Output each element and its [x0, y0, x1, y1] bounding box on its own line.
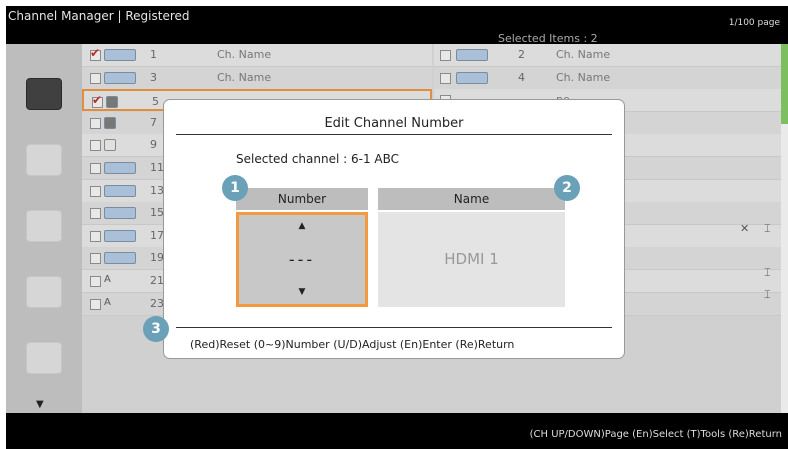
channel-type-icon — [104, 184, 136, 197]
channel-name-value: HDMI 1 — [378, 212, 565, 307]
scroll-down-icon[interactable]: ▼ — [36, 399, 44, 410]
channel-type-icon — [456, 49, 488, 61]
scrollbar-track[interactable] — [781, 124, 788, 413]
channel-checkbox[interactable] — [90, 253, 101, 265]
channel-row[interactable]: 4 Ch. Name — [434, 66, 781, 90]
channel-checkbox[interactable] — [90, 298, 101, 310]
antenna-icon: A — [104, 274, 111, 285]
channel-number: 13 — [150, 183, 164, 197]
channel-number: 4 — [518, 70, 525, 84]
channel-checkbox[interactable] — [90, 230, 101, 242]
channel-checkbox[interactable] — [90, 208, 101, 220]
channel-type-icon — [456, 71, 488, 84]
channel-checkbox[interactable] — [440, 72, 451, 84]
name-column-header: Name — [378, 188, 565, 210]
channel-checkbox[interactable] — [92, 93, 103, 109]
channel-number: 2 — [518, 48, 525, 61]
channel-type-icon — [104, 252, 136, 265]
category-button[interactable] — [26, 276, 62, 308]
channel-row[interactable]: 1 Ch. Name — [82, 44, 432, 67]
channel-number: 5 — [152, 95, 159, 109]
channel-number: 21 — [150, 274, 164, 287]
callout-badge-3: 3 — [143, 316, 169, 342]
category-button[interactable] — [26, 144, 62, 176]
channel-number: 3 — [150, 70, 157, 84]
page-indicator: 1/100 page — [728, 18, 780, 28]
header-title: Channel Manager | Registered — [8, 9, 190, 23]
number-stepper[interactable]: ▲ --- ▼ — [236, 212, 368, 307]
tune-icon: ⌶ — [764, 266, 771, 279]
category-button[interactable] — [26, 210, 62, 242]
channel-checkbox[interactable] — [90, 276, 101, 287]
header-bar: Channel Manager | Registered Selected It… — [6, 6, 788, 45]
channel-number: 11 — [150, 161, 164, 174]
number-column-header: Number — [236, 188, 368, 210]
channel-type-icon — [104, 49, 136, 61]
callout-badge-2: 2 — [554, 175, 580, 201]
lock-icon: ✕ — [740, 222, 750, 235]
footer-divider — [176, 327, 612, 328]
channel-number: 17 — [150, 228, 164, 242]
number-value: --- — [288, 250, 316, 269]
channel-checkbox[interactable] — [90, 117, 101, 129]
antenna-icon: A — [104, 296, 111, 308]
channel-type-icon — [104, 116, 116, 129]
channel-type-icon — [104, 229, 136, 242]
channel-checkbox[interactable] — [90, 140, 101, 152]
channel-number: 1 — [150, 48, 157, 61]
key-guide: (Red)Reset (0~9)Number (U/D)Adjust (En)E… — [190, 338, 515, 351]
dialog-title: Edit Channel Number — [324, 116, 464, 131]
channel-type-icon — [106, 96, 118, 109]
channel-checkbox[interactable] — [90, 163, 101, 174]
channel-type-icon — [104, 71, 136, 84]
channel-checkbox[interactable] — [90, 46, 101, 61]
channel-checkbox[interactable] — [440, 50, 451, 61]
channel-number: 15 — [150, 206, 164, 220]
category-button[interactable] — [26, 342, 62, 374]
channel-number: 7 — [150, 115, 157, 129]
selected-channel-label: Selected channel : 6-1 ABC — [236, 152, 400, 166]
down-arrow-icon[interactable]: ▼ — [239, 287, 365, 297]
callout-badge-1: 1 — [222, 175, 248, 201]
tune-icon: ⌶ — [764, 288, 771, 301]
channel-row[interactable]: 2 Ch. Name — [434, 44, 781, 67]
footer-bar: (CH UP/DOWN)Page (En)Select (T)Tools (Re… — [6, 413, 788, 449]
category-button-selected[interactable] — [26, 78, 62, 110]
channel-row[interactable]: 3 Ch. Name — [82, 66, 432, 90]
edit-channel-number-dialog: Edit Channel Number Selected channel : 6… — [164, 100, 624, 358]
channel-checkbox[interactable] — [90, 72, 101, 84]
tune-icon: ⌶ — [764, 222, 771, 235]
channel-checkbox[interactable] — [90, 185, 101, 197]
footer-help-text: (CH UP/DOWN)Page (En)Select (T)Tools (Re… — [529, 429, 782, 440]
channel-type-icon — [104, 139, 116, 152]
channel-type-icon — [104, 207, 136, 220]
channel-name: Ch. Name — [556, 70, 611, 84]
channel-type-icon — [104, 162, 136, 174]
channel-name: Ch. Name — [217, 48, 272, 61]
category-column: ▼ — [6, 44, 82, 413]
title-divider — [176, 134, 612, 135]
channel-number: 23 — [150, 296, 164, 310]
channel-name: Ch. Name — [556, 48, 611, 61]
channel-number: 9 — [150, 138, 157, 152]
up-arrow-icon[interactable]: ▲ — [239, 221, 365, 231]
channel-name: Ch. Name — [217, 70, 272, 84]
channel-number: 19 — [150, 251, 164, 265]
tv-screen: Channel Manager | Registered Selected It… — [0, 0, 788, 449]
scrollbar-thumb[interactable] — [781, 44, 788, 124]
